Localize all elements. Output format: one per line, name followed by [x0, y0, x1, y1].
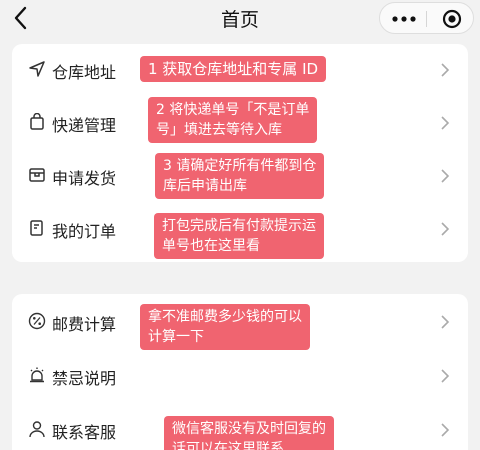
- chevron-right-icon: [441, 63, 450, 77]
- box-icon: [29, 168, 45, 182]
- chevron-right-icon: [441, 423, 450, 437]
- menu-item-label: 仓库地址: [52, 63, 117, 82]
- annotation-line: 单号也在这里看: [162, 238, 260, 254]
- menu-item-prohibited-items[interactable]: 禁忌说明: [12, 350, 468, 402]
- annotation-note: 3 请确定好所有件都到仓 库后申请出库: [155, 153, 325, 199]
- chevron-right-icon: [441, 369, 450, 383]
- location-arrow-icon: [29, 61, 45, 77]
- alarm-icon: [30, 367, 44, 383]
- annotation-line: 话可以在这里联系: [172, 441, 284, 450]
- menu-item-label: 禁忌说明: [52, 369, 117, 388]
- annotation-line: 打包完成后有付款提示运: [162, 218, 316, 234]
- annotation-line: 号」填进去等待入库: [156, 122, 282, 138]
- close-target-icon[interactable]: [442, 9, 462, 29]
- annotation-line: 库后申请出库: [163, 178, 247, 194]
- annotation-line: 拿不准邮费多少钱的可以: [148, 309, 302, 325]
- menu-item-label: 邮费计算: [52, 315, 117, 334]
- annotation-note: 1 获取仓库地址和专属 ID: [140, 56, 327, 82]
- annotation-line: 3 请确定好所有件都到仓: [163, 158, 317, 174]
- annotation-line: 计算一下: [148, 329, 204, 345]
- receipt-icon: [30, 220, 43, 236]
- menu-item-label: 快递管理: [52, 116, 117, 135]
- chevron-right-icon: [441, 169, 450, 183]
- menu-item-label: 联系客服: [52, 423, 117, 442]
- annotation-note: 2 将快递单号「不是订单 号」填进去等待入库: [148, 97, 318, 143]
- annotation-line: 1 获取仓库地址和专属 ID: [148, 60, 319, 78]
- person-icon: [29, 421, 45, 438]
- nav-bar: 首页: [0, 0, 480, 36]
- capsule-divider: [426, 11, 427, 27]
- percent-icon: [28, 312, 46, 330]
- annotation-line: 微信客服没有及时回复的: [172, 421, 326, 437]
- annotation-note: 微信客服没有及时回复的 话可以在这里联系: [164, 416, 334, 450]
- annotation-note: 拿不准邮费多少钱的可以 计算一下: [140, 304, 310, 350]
- chevron-right-icon: [441, 315, 450, 329]
- annotation-note: 打包完成后有付款提示运 单号也在这里看: [154, 213, 324, 259]
- miniprogram-capsule: [379, 2, 474, 34]
- chevron-right-icon: [441, 116, 450, 130]
- more-dots-icon[interactable]: [392, 16, 416, 22]
- menu-item-label: 我的订单: [52, 222, 117, 241]
- annotation-line: 2 将快递单号「不是订单: [156, 102, 310, 118]
- bag-icon: [30, 113, 44, 130]
- chevron-right-icon: [441, 222, 450, 236]
- menu-item-label: 申请发货: [52, 169, 117, 188]
